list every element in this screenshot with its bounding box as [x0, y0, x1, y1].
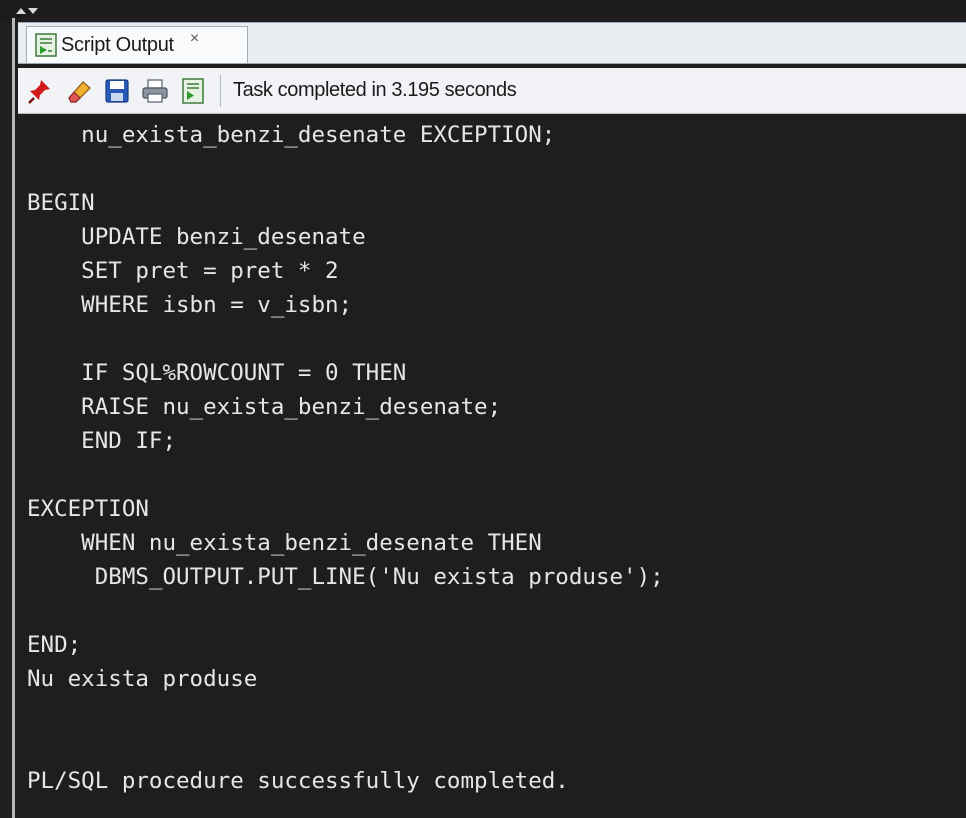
- output-line: PL/SQL procedure successfully completed.: [27, 768, 569, 794]
- output-line: DBMS_OUTPUT.PUT_LINE('Nu exista produse'…: [27, 564, 664, 590]
- freeze-output-button[interactable]: [26, 75, 56, 107]
- tab-title: Script Output: [61, 33, 174, 56]
- script-output-panel: Script Output × Task completed in 3.195 …: [12, 18, 966, 818]
- output-line: WHERE isbn = v_isbn;: [27, 292, 353, 318]
- panel-tabbar: Script Output ×: [18, 22, 966, 64]
- output-line: END IF;: [27, 428, 177, 454]
- output-line: UPDATE benzi_desenate: [27, 224, 366, 250]
- output-line: IF SQL%ROWCOUNT = 0 THEN: [27, 360, 407, 386]
- open-script-icon: [182, 77, 204, 104]
- script-output-area[interactable]: nu_exista_benzi_desenate EXCEPTION; BEGI…: [18, 114, 966, 818]
- script-output-icon: [35, 33, 57, 57]
- output-line: WHEN nu_exista_benzi_desenate THEN: [27, 530, 542, 556]
- save-output-button[interactable]: [102, 75, 132, 107]
- output-line: BEGIN: [27, 190, 95, 216]
- eraser-icon: [68, 80, 91, 103]
- output-line: RAISE nu_exista_benzi_desenate;: [27, 394, 502, 420]
- tab-script-output[interactable]: Script Output ×: [26, 26, 248, 63]
- collapse-arrows-icon[interactable]: [16, 6, 46, 16]
- output-line: END;: [27, 632, 82, 658]
- tab-close-icon[interactable]: ×: [190, 30, 199, 48]
- output-toolbar: Task completed in 3.195 seconds: [18, 68, 966, 114]
- window-top-strip: [0, 0, 966, 20]
- print-output-button[interactable]: [140, 75, 170, 107]
- output-line: SET pret = pret * 2: [27, 258, 339, 284]
- toolbar-separator: [220, 74, 221, 107]
- print-icon: [142, 78, 168, 103]
- open-script-button[interactable]: [178, 75, 208, 107]
- output-text: nu_exista_benzi_desenate EXCEPTION; BEGI…: [27, 118, 664, 798]
- output-line: EXCEPTION: [27, 496, 149, 522]
- output-line: Nu exista produse: [27, 666, 258, 692]
- status-text: Task completed in 3.195 seconds: [233, 79, 517, 101]
- output-line: nu_exista_benzi_desenate EXCEPTION;: [27, 122, 556, 148]
- clear-output-button[interactable]: [64, 75, 94, 107]
- pin-icon: [28, 79, 50, 104]
- save-icon: [105, 78, 129, 103]
